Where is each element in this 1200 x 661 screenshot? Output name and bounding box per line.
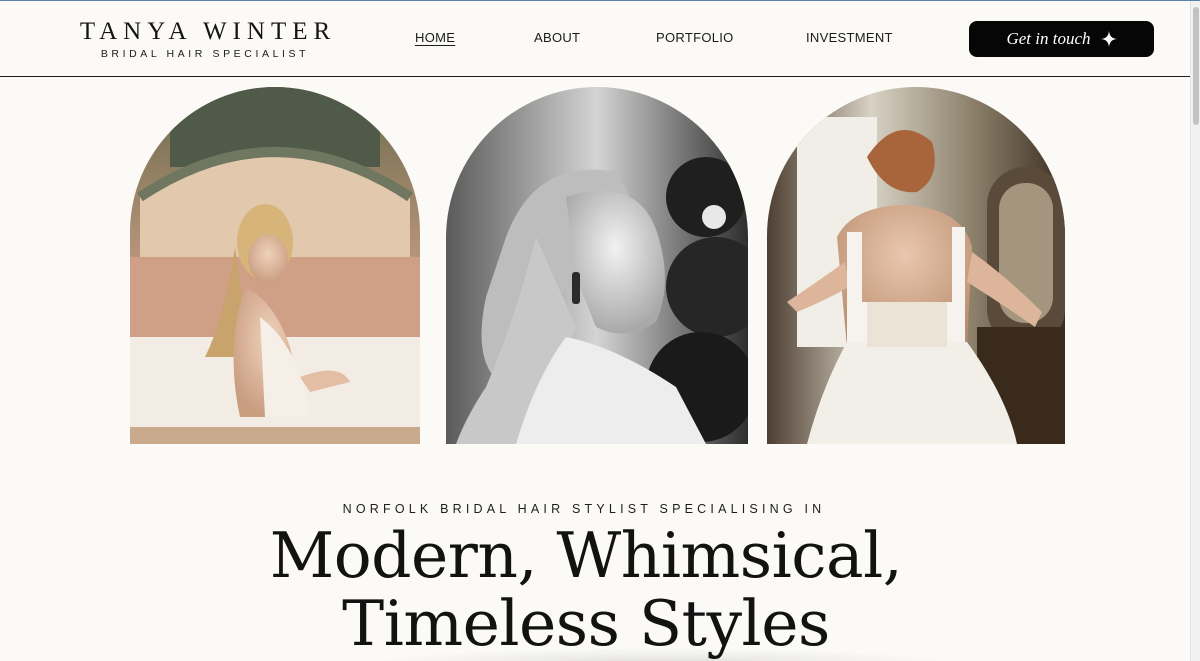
nav-about[interactable]: ABOUT: [534, 30, 580, 45]
bride-on-bed-photo: [130, 87, 420, 444]
scrollbar-thumb[interactable]: [1193, 7, 1199, 125]
nav-portfolio[interactable]: PORTFOLIO: [656, 30, 734, 45]
site-header: TANYA WINTER BRIDAL HAIR SPECIALIST HOME…: [0, 1, 1190, 77]
get-in-touch-button[interactable]: Get in touch: [969, 21, 1154, 57]
bride-profile-photo: [446, 87, 748, 444]
hero-kicker: NORFOLK BRIDAL HAIR STYLIST SPECIALISING…: [342, 502, 826, 516]
bride-back-view-photo: [767, 87, 1065, 444]
page: TANYA WINTER BRIDAL HAIR SPECIALIST HOME…: [0, 0, 1200, 661]
nav-investment[interactable]: INVESTMENT: [806, 30, 893, 45]
logo-name: TANYA WINTER: [79, 18, 337, 45]
sparkle-icon: [1100, 31, 1117, 47]
headline-line-1: Modern, Whimsical,: [269, 519, 903, 592]
get-in-touch-label: Get in touch: [1006, 29, 1091, 48]
site-logo[interactable]: TANYA WINTER BRIDAL HAIR SPECIALIST: [62, 19, 362, 61]
vertical-scrollbar[interactable]: [1190, 1, 1200, 661]
hero-headline: Modern, Whimsical, Timeless Styles: [0, 522, 1172, 658]
nav-home[interactable]: HOME: [415, 30, 455, 45]
logo-tagline: BRIDAL HAIR SPECIALIST: [100, 48, 310, 60]
